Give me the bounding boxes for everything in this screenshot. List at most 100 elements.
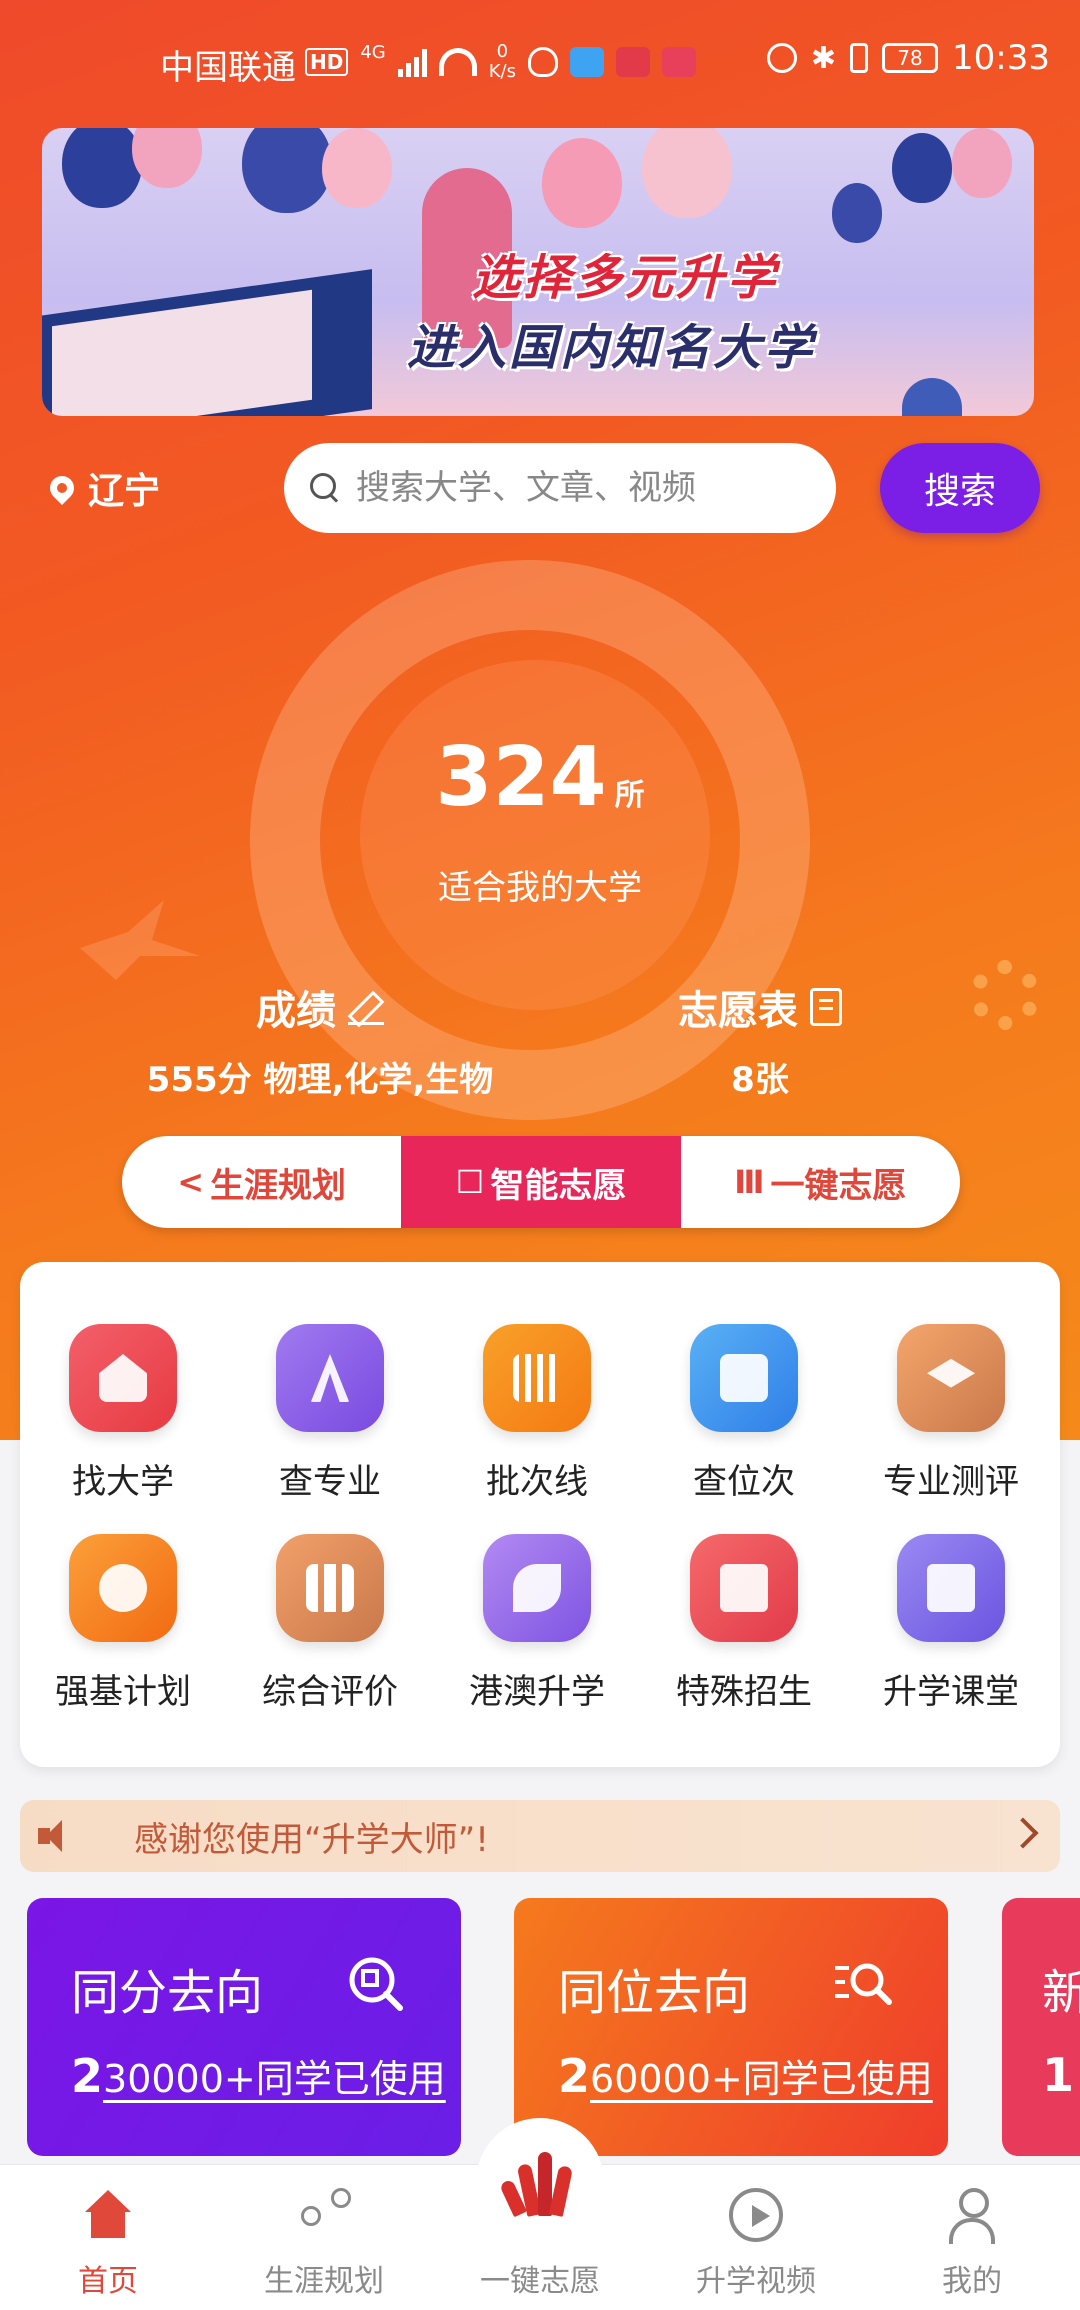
document-icon[interactable] xyxy=(810,988,842,1026)
signal-icon xyxy=(397,47,427,77)
score-title: 成绩 xyxy=(256,988,336,1034)
sprout-icon xyxy=(483,1534,591,1642)
feature-stat-digit: 2 xyxy=(71,2049,104,2103)
grid-item-admission-class[interactable]: 升学课堂 xyxy=(851,1534,1051,1713)
grid-item-batch-line[interactable]: 批次线 xyxy=(437,1324,637,1503)
status-icons: HD 4G 0 K/s xyxy=(305,42,696,82)
grid-label: 查位次 xyxy=(693,1462,795,1502)
compass-icon xyxy=(276,1324,384,1432)
banner-subheadline: 进入国内知名大学 xyxy=(407,320,816,376)
nav-career-planning[interactable]: 生涯规划 xyxy=(216,2188,432,2300)
books-icon xyxy=(276,1534,384,1642)
grid-item-find-university[interactable]: 找大学 xyxy=(23,1324,223,1503)
student-illustration xyxy=(902,378,962,416)
speed-unit: K/s xyxy=(488,61,516,82)
feature-card-same-rank[interactable]: 同位去向 260000+同学已使用 xyxy=(514,1898,948,2156)
feature-subtitle: 230000+同学已使用 xyxy=(71,2048,446,2103)
bars-icon: Ⅲ xyxy=(734,1163,765,1201)
list-search-icon xyxy=(835,1963,892,2005)
grid-item-hk-macau-admission[interactable]: 港澳升学 xyxy=(437,1534,637,1713)
promo-banner[interactable]: 选择多元升学 进入国内知名大学 xyxy=(42,128,1034,416)
grid-item-comprehensive-evaluation[interactable]: 综合评价 xyxy=(230,1534,430,1713)
status-bar: 中国联通 HD 4G 0 K/s ✱ 78 10:33 xyxy=(0,30,1080,90)
book-icon xyxy=(662,47,696,77)
clock: 10:33 xyxy=(952,38,1050,78)
grid-item-major-assessment[interactable]: 专业测评 xyxy=(851,1324,1051,1503)
grid-item-rank-lookup[interactable]: 查位次 xyxy=(644,1324,844,1503)
score-panel[interactable]: 成绩 555分 物理,化学,生物 xyxy=(130,978,510,1101)
hand-icon xyxy=(528,47,558,77)
share-icon xyxy=(297,2188,351,2242)
edit-icon: ☐ xyxy=(455,1163,485,1201)
balloon-decoration xyxy=(62,128,142,208)
nav-label: 生涯规划 xyxy=(264,2264,384,2299)
wifi-icon xyxy=(438,48,477,76)
grid-label: 港澳升学 xyxy=(469,1672,605,1712)
nav-admission-videos[interactable]: 升学视频 xyxy=(648,2188,864,2300)
feature-subtitle: 260000+同学已使用 xyxy=(558,2048,933,2103)
school-icon xyxy=(69,1324,177,1432)
video-icon xyxy=(897,1534,1005,1642)
nav-profile[interactable]: 我的 xyxy=(864,2188,1080,2300)
balloon-decoration xyxy=(892,133,952,203)
search-doc-icon xyxy=(349,1957,403,2011)
university-count-number: 324 xyxy=(435,730,607,825)
batch-line-icon xyxy=(483,1324,591,1432)
search-input[interactable] xyxy=(356,468,816,508)
grid-label: 批次线 xyxy=(486,1462,588,1502)
speed-value: 0 xyxy=(496,41,509,62)
edit-icon[interactable] xyxy=(348,989,384,1025)
tab-label: 一键志愿 xyxy=(770,1165,907,1206)
search-icon xyxy=(310,473,340,503)
nav-one-click-application[interactable]: 一键志愿 xyxy=(432,2188,648,2300)
grid-item-special-enrollment[interactable]: 特殊招生 xyxy=(644,1534,844,1713)
balloon-decoration xyxy=(642,128,732,218)
feature-card-same-score[interactable]: 同分去向 230000+同学已使用 xyxy=(27,1898,461,2156)
feature-title: 新 xyxy=(1042,1965,1080,2021)
nav-label: 升学视频 xyxy=(696,2264,816,2299)
wishlist-panel[interactable]: 志愿表 8张 xyxy=(600,978,920,1101)
search-button[interactable]: 搜索 xyxy=(880,443,1040,533)
grid-item-search-major[interactable]: 查专业 xyxy=(230,1324,430,1503)
nav-label: 我的 xyxy=(942,2264,1002,2299)
notice-bar[interactable]: 感谢您使用“升学大师”! xyxy=(20,1800,1060,1872)
nav-home[interactable]: 首页 xyxy=(0,2188,216,2300)
speaker-icon xyxy=(34,1816,74,1856)
notice-text: 感谢您使用“升学大师”! xyxy=(134,1819,489,1860)
feature-card-partial[interactable]: 新 1 xyxy=(1002,1898,1080,2156)
wishlist-title: 志愿表 xyxy=(678,988,798,1034)
tab-career-planning[interactable]: < 生涯规划 xyxy=(122,1136,401,1228)
score-value: 555分 物理,化学,生物 xyxy=(146,1060,494,1100)
university-count-unit: 所 xyxy=(614,778,645,813)
province-label: 辽宁 xyxy=(88,471,161,512)
feature-stat-digit: 1 xyxy=(1042,2048,1075,2102)
status-right: ✱ 78 10:33 xyxy=(766,38,1050,78)
banner-headline: 选择多元升学 xyxy=(472,250,779,306)
mode-tabs: < 生涯规划 ☐ 智能志愿 Ⅲ 一键志愿 xyxy=(122,1136,960,1228)
hd-icon: HD xyxy=(305,48,349,76)
grid-item-strong-base-plan[interactable]: 强基计划 xyxy=(23,1534,223,1713)
battery-icon: 78 xyxy=(882,43,939,73)
app-notification-icon xyxy=(570,47,604,77)
feature-stat-text: 30000+同学已使用 xyxy=(103,2057,446,2101)
grid-label: 找大学 xyxy=(72,1462,174,1502)
location-pin-icon xyxy=(45,471,79,505)
search-bar[interactable] xyxy=(284,443,836,533)
share-icon: < xyxy=(177,1163,205,1201)
nav-label: 首页 xyxy=(78,2264,138,2299)
balloon-decoration xyxy=(952,128,1012,198)
tab-smart-application[interactable]: ☐ 智能志愿 xyxy=(401,1136,681,1228)
decorative-disc xyxy=(360,660,710,1010)
tab-one-click-application[interactable]: Ⅲ 一键志愿 xyxy=(681,1136,960,1228)
university-count[interactable]: 324 所 xyxy=(0,730,1080,825)
grid-label: 特殊招生 xyxy=(676,1672,812,1712)
location-selector[interactable]: 辽宁 xyxy=(45,462,161,514)
bluetooth-icon: ✱ xyxy=(810,40,837,76)
scroll-icon xyxy=(690,1324,798,1432)
vibrate-icon xyxy=(850,43,869,73)
balloon-decoration xyxy=(132,128,202,188)
balloon-decoration xyxy=(242,128,332,213)
network-type: 4G xyxy=(360,42,386,63)
grid-label: 强基计划 xyxy=(55,1672,191,1712)
decorative-bird xyxy=(80,900,200,980)
